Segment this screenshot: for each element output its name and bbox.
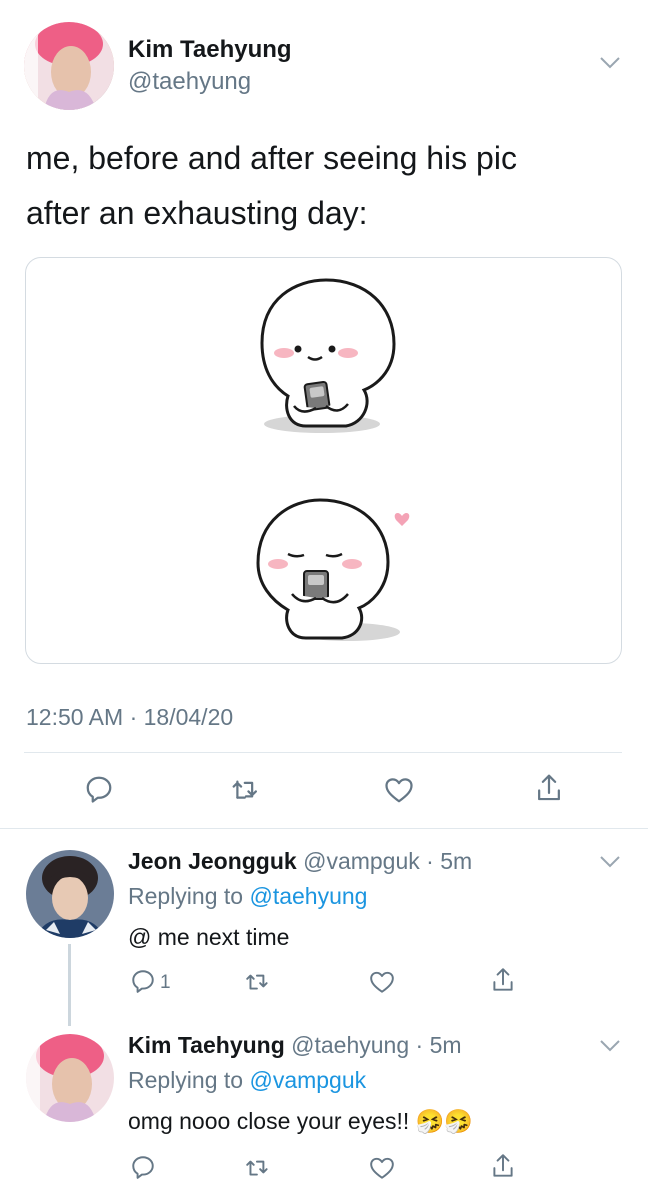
- divider-timestamp: [24, 752, 622, 753]
- share-icon[interactable]: [534, 772, 564, 804]
- reply2-time[interactable]: · 5m: [416, 1032, 462, 1058]
- divider-thread: [0, 828, 648, 829]
- avatar-photo: [26, 850, 114, 938]
- reply-icon[interactable]: [84, 774, 114, 804]
- reply-icon[interactable]: [130, 968, 156, 994]
- character-after: [256, 498, 410, 641]
- thread-connector-line: [68, 944, 71, 1026]
- reply1-header: Jeon Jeongguk @vampguk · 5m: [128, 848, 472, 875]
- retweet-icon[interactable]: [244, 968, 272, 994]
- main-tweet-text-line2: after an exhausting day:: [26, 195, 368, 231]
- reply1-replying-line: Replying to @taehyung: [128, 883, 367, 910]
- tweet-media[interactable]: [25, 257, 622, 664]
- heart-icon[interactable]: [384, 776, 414, 804]
- reply1-author-handle[interactable]: @vampguk: [303, 848, 420, 874]
- chevron-down-icon[interactable]: [598, 1038, 622, 1054]
- heart-icon[interactable]: [369, 1156, 395, 1180]
- share-icon[interactable]: [490, 966, 516, 994]
- reply2-replying-line: Replying to @vampguk: [128, 1067, 366, 1094]
- reply1-avatar[interactable]: [26, 850, 114, 938]
- reply1-reply-count: 1: [160, 972, 171, 993]
- main-author-handle[interactable]: @taehyung: [128, 68, 251, 96]
- reply2-avatar[interactable]: [26, 1034, 114, 1122]
- reply2-header: Kim Taehyung @taehyung · 5m: [128, 1032, 462, 1059]
- avatar-photo: [24, 22, 114, 110]
- main-avatar[interactable]: [24, 22, 114, 110]
- main-author-name[interactable]: Kim Taehyung: [128, 36, 292, 64]
- reply2-replying-prefix: Replying to: [128, 1067, 244, 1093]
- reply1-text: @ me next time: [128, 924, 290, 950]
- reply-icon[interactable]: [130, 1154, 156, 1180]
- reply1-author-name[interactable]: Jeon Jeongguk: [128, 848, 297, 874]
- heart-icon[interactable]: [369, 970, 395, 994]
- retweet-icon[interactable]: [230, 774, 262, 804]
- avatar-photo: [26, 1034, 114, 1122]
- main-tweet-text-line1: me, before and after seeing his pic: [26, 140, 517, 176]
- reply2-author-name[interactable]: Kim Taehyung: [128, 1032, 285, 1058]
- reply2-replying-to-link[interactable]: @vampguk: [249, 1067, 366, 1093]
- retweet-icon[interactable]: [244, 1154, 272, 1180]
- reply1-replying-to-link[interactable]: @taehyung: [249, 883, 367, 909]
- sneezing-face-emoji: 🤧🤧: [415, 1108, 473, 1134]
- chevron-down-icon[interactable]: [598, 55, 622, 71]
- reply1-replying-prefix: Replying to: [128, 883, 244, 909]
- reply2-text: omg nooo close your eyes!!: [128, 1108, 410, 1134]
- main-tweet-timestamp[interactable]: 12:50 AM · 18/04/20: [26, 704, 233, 731]
- chevron-down-icon[interactable]: [598, 854, 622, 870]
- reply2-text-line: omg nooo close your eyes!! 🤧🤧: [128, 1108, 473, 1135]
- sticker-illustration: [256, 278, 410, 641]
- share-icon[interactable]: [490, 1152, 516, 1180]
- reply1-time[interactable]: · 5m: [426, 848, 472, 874]
- character-before: [260, 278, 396, 433]
- reply2-author-handle[interactable]: @taehyung: [291, 1032, 409, 1058]
